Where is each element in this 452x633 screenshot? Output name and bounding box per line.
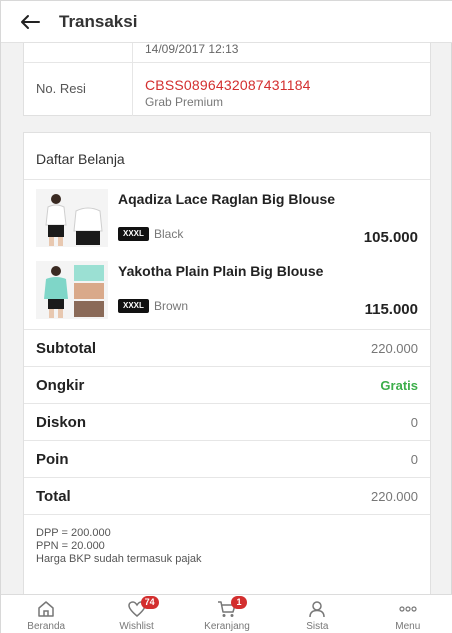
subtotal-label: Subtotal <box>36 339 96 357</box>
tax-note-text: Harga BKP sudah termasuk pajak <box>36 553 202 565</box>
nav-menu[interactable]: Menu <box>368 595 448 632</box>
subtotal-value: 220.000 <box>371 340 418 356</box>
time-row: 14/09/2017 12:13 <box>24 43 430 62</box>
app-frame: Transaksi 14/09/2017 12:13 No. Resi CBSS… <box>0 0 452 633</box>
nav-label: Sista <box>306 621 329 632</box>
product-name[interactable]: Yakotha Plain Plain Big Blouse <box>118 263 323 279</box>
section-title: Daftar Belanja <box>36 151 125 167</box>
discount-label: Diskon <box>36 413 87 431</box>
product-variant: Brown <box>154 299 189 313</box>
dpp-text: DPP = 200.000 <box>36 527 111 539</box>
product-item[interactable]: Yakotha Plain Plain Big Blouse XXXL Brow… <box>24 261 430 331</box>
resi-row: No. Resi CBSS0896432087431184 Grab Premi… <box>24 62 430 116</box>
nav-sista[interactable]: Sista <box>277 595 357 632</box>
home-icon <box>36 599 56 619</box>
wishlist-count-badge: 74 <box>140 596 159 609</box>
size-badge: XXXL <box>118 227 149 241</box>
bottom-navigation: Beranda 74 Wishlist 1 Keranjang Sista Me… <box>1 594 452 633</box>
page-title: Transaksi <box>59 11 138 31</box>
nav-label: Wishlist <box>119 621 154 632</box>
nav-cart[interactable]: 1 Keranjang <box>187 595 267 632</box>
back-arrow-icon[interactable] <box>15 7 45 37</box>
total-label: Total <box>36 487 71 505</box>
time-label <box>24 43 132 62</box>
order-time-value: 14/09/2017 12:13 <box>132 43 430 62</box>
product-price: 105.000 <box>363 229 418 246</box>
top-bar: Transaksi <box>1 1 452 43</box>
person-icon <box>307 599 327 619</box>
points-row: Poin 0 <box>24 440 430 477</box>
product-name[interactable]: Aqadiza Lace Raglan Big Blouse <box>118 191 335 207</box>
cart-count-badge: 1 <box>230 596 247 609</box>
shipping-info-card: 14/09/2017 12:13 No. Resi CBSS0896432087… <box>23 43 431 116</box>
product-variant: Black <box>154 227 184 241</box>
shipping-row: Ongkir Gratis <box>24 366 430 403</box>
product-price: 115.000 <box>364 301 418 318</box>
product-item[interactable]: Aqadiza Lace Raglan Big Blouse XXXL Blac… <box>24 189 430 259</box>
courier-name: Grab Premium <box>145 95 224 109</box>
subtotal-row: Subtotal 220.000 <box>24 329 430 366</box>
nav-wishlist[interactable]: 74 Wishlist <box>97 595 177 632</box>
product-thumbnail[interactable] <box>36 261 108 319</box>
nav-label: Keranjang <box>204 621 250 632</box>
nav-label: Beranda <box>27 621 66 632</box>
total-row: Total 220.000 <box>24 477 430 514</box>
nav-label: Menu <box>395 621 421 632</box>
discount-value: 0 <box>410 414 418 430</box>
resi-value: CBSS0896432087431184 Grab Premium <box>132 63 430 116</box>
shipping-value: Gratis <box>380 377 418 393</box>
discount-row: Diskon 0 <box>24 403 430 440</box>
more-icon <box>398 599 418 619</box>
product-thumbnail[interactable] <box>36 189 108 247</box>
shipping-label: Ongkir <box>36 376 85 394</box>
content-scroll[interactable]: 14/09/2017 12:13 No. Resi CBSS0896432087… <box>1 43 452 594</box>
ppn-text: PPN = 20.000 <box>36 540 105 552</box>
points-value: 0 <box>410 451 418 467</box>
resi-label: No. Resi <box>36 81 86 96</box>
nav-home[interactable]: Beranda <box>6 595 86 632</box>
total-value: 220.000 <box>371 488 418 504</box>
divider <box>24 179 430 180</box>
points-label: Poin <box>36 450 69 468</box>
resi-number[interactable]: CBSS0896432087431184 <box>145 77 430 93</box>
size-badge: XXXL <box>118 299 149 313</box>
tax-notes: DPP = 200.000 PPN = 20.000 Harga BKP sud… <box>24 514 430 566</box>
shopping-list-card: Daftar Belanja Aqadiza Lace Raglan Big B… <box>23 132 431 594</box>
